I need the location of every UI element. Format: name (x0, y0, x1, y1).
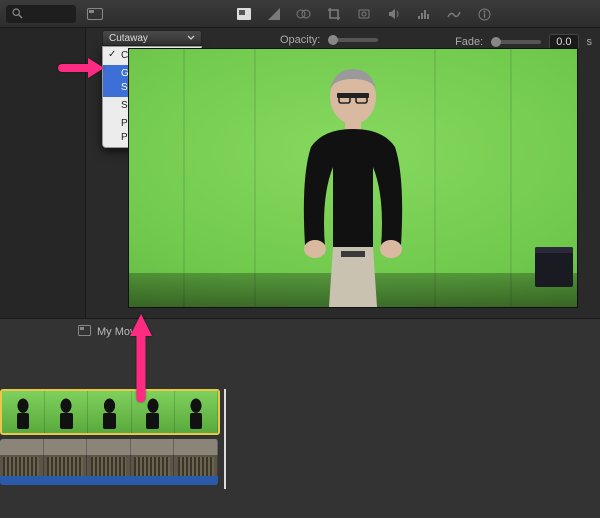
playhead[interactable] (224, 389, 226, 489)
color-balance-icon[interactable] (265, 5, 283, 23)
chevron-down-icon (187, 33, 195, 44)
display-toggle-icon[interactable] (86, 7, 104, 21)
overlay-mode-dropdown[interactable]: Cutaway (102, 30, 202, 46)
search-input[interactable] (6, 5, 76, 23)
overlay-clip[interactable] (0, 389, 220, 435)
crop-icon[interactable] (325, 5, 343, 23)
color-correction-icon[interactable] (295, 5, 313, 23)
equipment-box (535, 247, 573, 287)
info-icon[interactable] (475, 5, 493, 23)
project-name: My Movie (97, 326, 144, 338)
fade-unit: s (587, 36, 593, 48)
opacity-slider[interactable] (328, 38, 378, 42)
audio-icon[interactable] (385, 5, 403, 23)
fade-slider[interactable] (491, 40, 541, 44)
sidebar (0, 28, 86, 318)
overlay-settings-icon[interactable] (235, 5, 253, 23)
fade-label: Fade: (455, 36, 483, 48)
dropdown-current-label: Cutaway (109, 33, 148, 44)
opacity-label: Opacity: (280, 34, 320, 46)
preview-viewer[interactable] (128, 48, 578, 308)
search-icon (12, 8, 23, 19)
audio-waveform (0, 476, 218, 485)
subject-person (263, 48, 443, 307)
audio-effects-icon[interactable] (415, 5, 433, 23)
timeline[interactable]: My Movie (0, 318, 600, 518)
stabilize-icon[interactable] (355, 5, 373, 23)
project-icon (78, 325, 91, 339)
video-effects-icon[interactable] (445, 5, 463, 23)
primary-clip[interactable] (0, 439, 218, 485)
